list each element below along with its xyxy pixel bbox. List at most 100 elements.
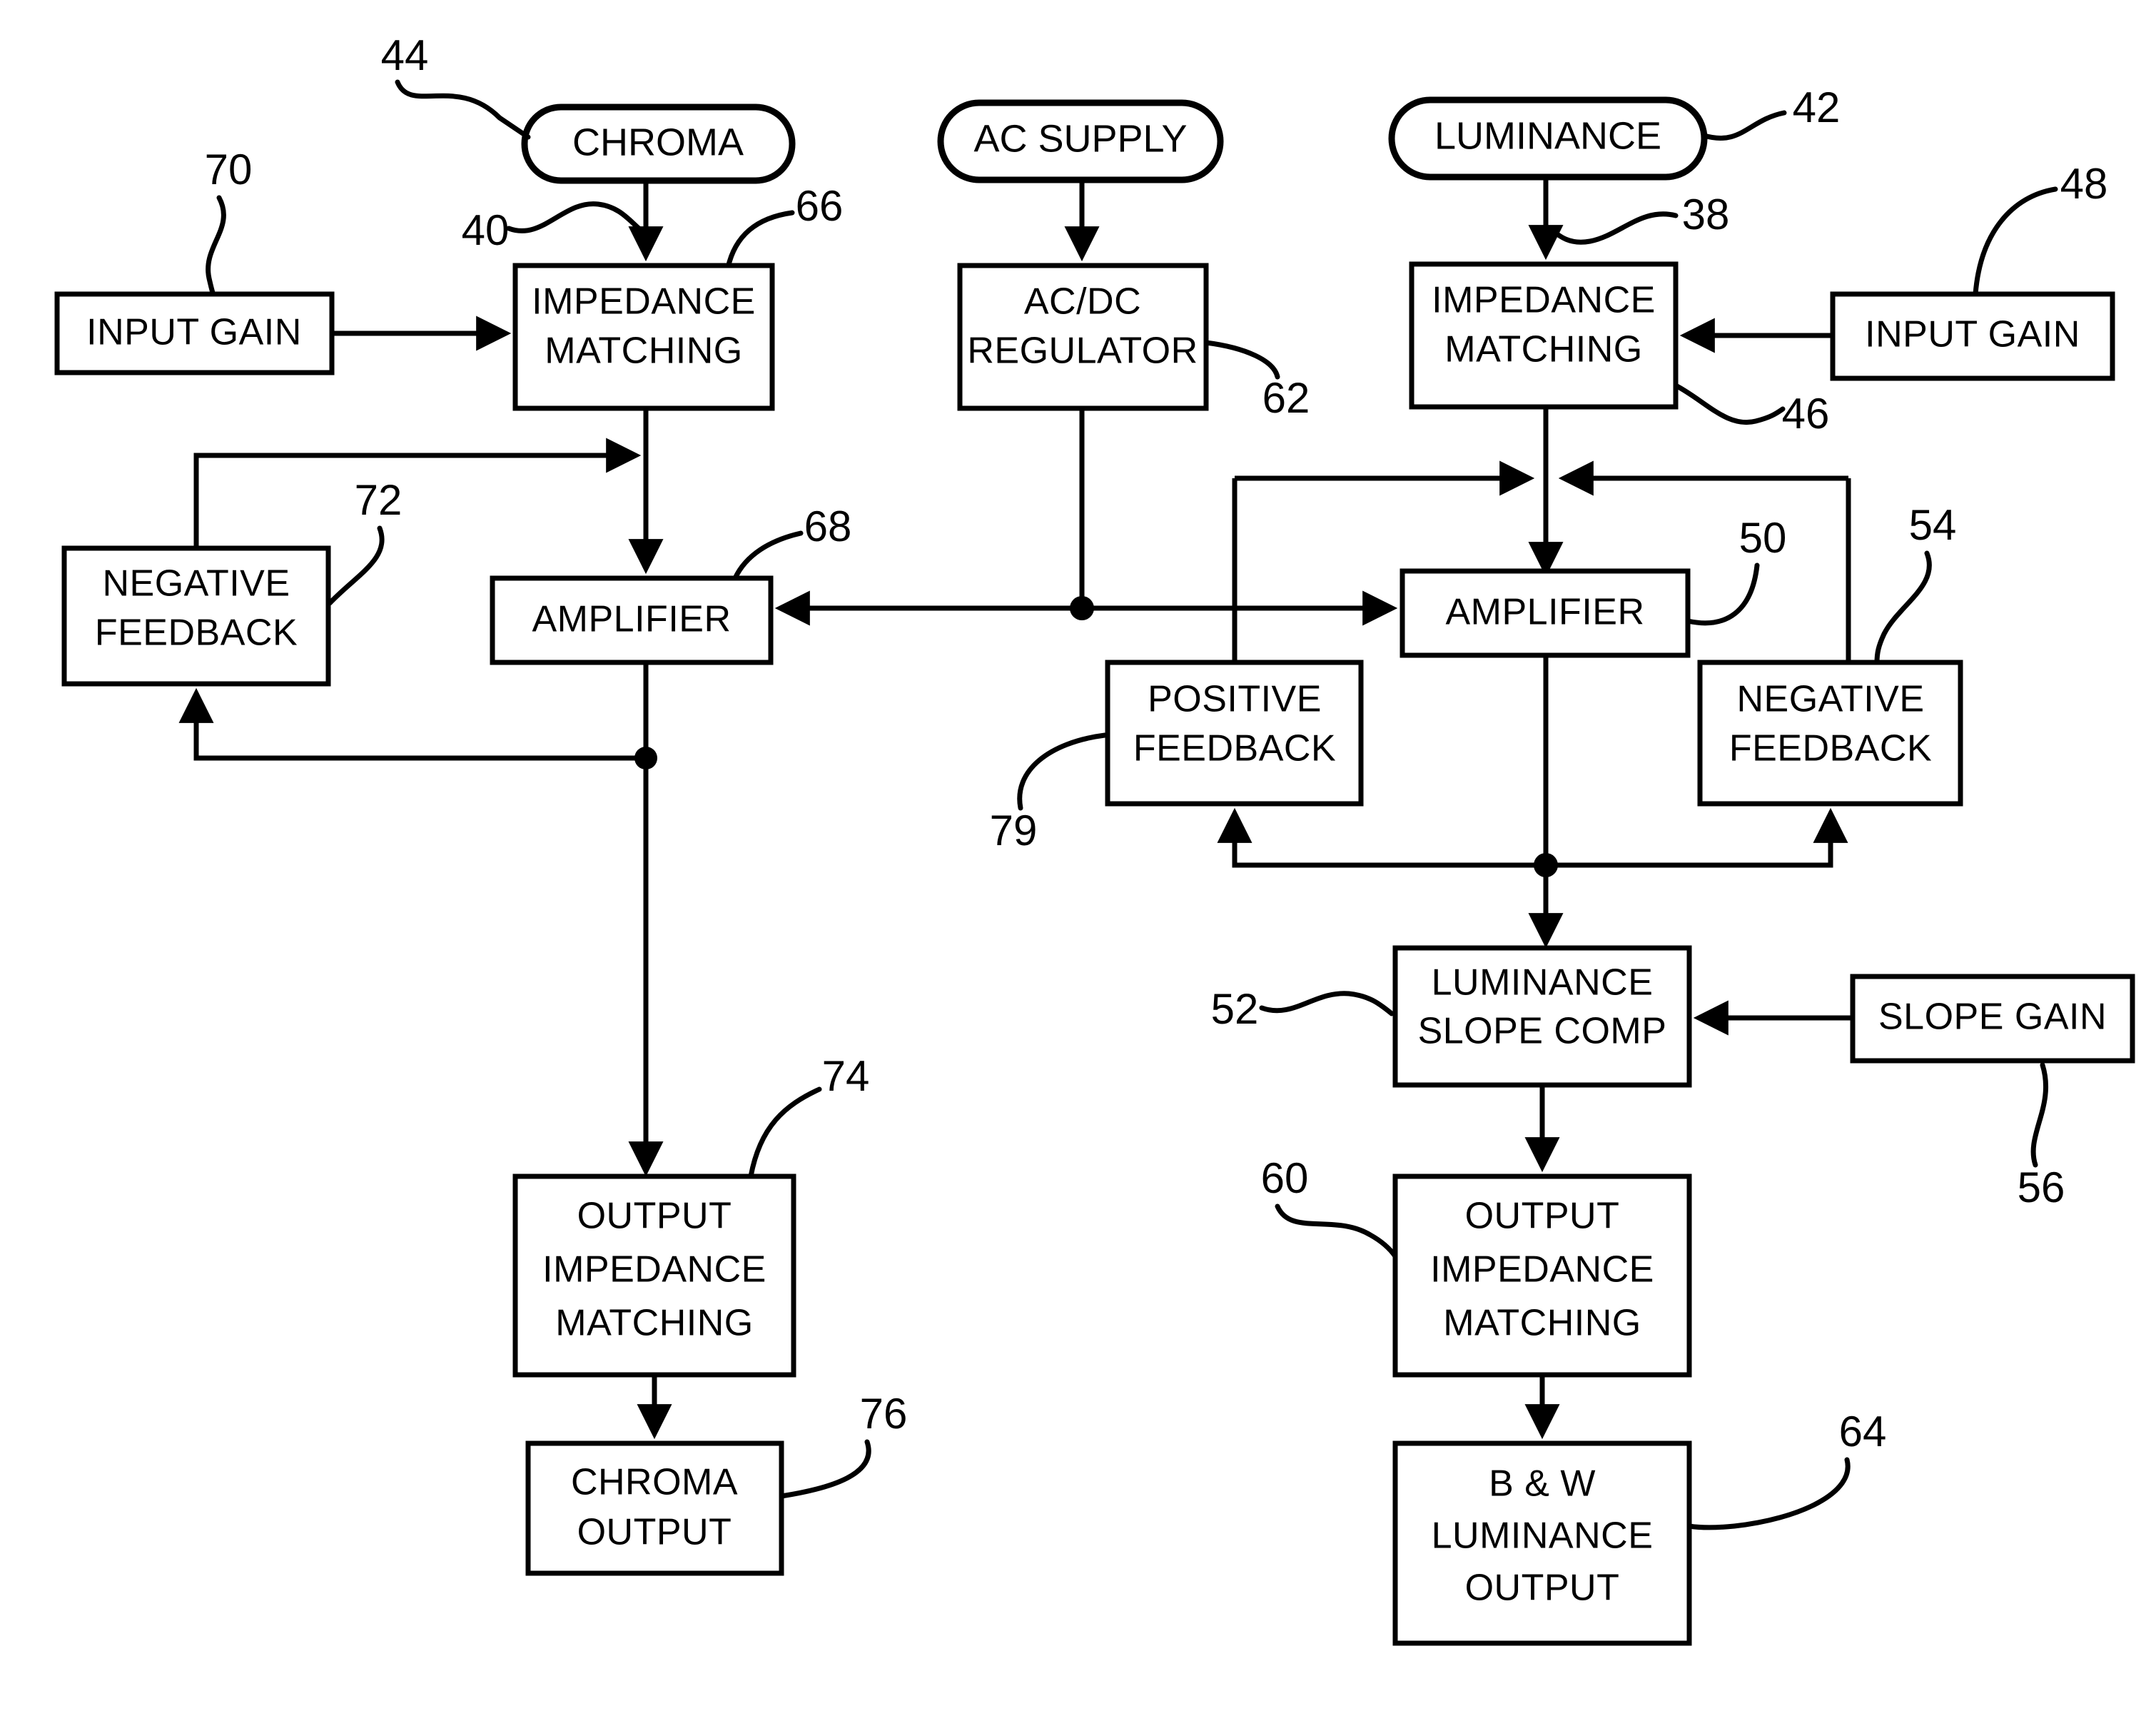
amplifier-right-label: AMPLIFIER: [1446, 592, 1645, 633]
ref-46-leader: [1673, 383, 1786, 425]
ref-64-leader: [1686, 1457, 1851, 1530]
node-luminance-source: LUMINANCE: [1388, 96, 1708, 181]
luminance-slope-comp-line1: LUMINANCE: [1432, 962, 1654, 1004]
node-negative-feedback-right: NEGATIVE FEEDBACK: [1697, 660, 1963, 807]
node-slope-gain: SLOPE GAIN: [1850, 974, 2135, 1064]
ref-54-leader: [1874, 550, 1932, 665]
ref-66: 66: [796, 182, 844, 230]
ref-40: 40: [462, 206, 510, 254]
ref-62-leader: [1203, 340, 1280, 380]
output-impedance-right-line2: IMPEDANCE: [1430, 1249, 1654, 1291]
amplifier-left-label: AMPLIFIER: [532, 599, 732, 640]
luminance-source-label: LUMINANCE: [1434, 114, 1661, 157]
node-chroma-source: CHROMA: [521, 104, 796, 184]
negative-feedback-left-line2: FEEDBACK: [95, 612, 298, 654]
output-impedance-left-line1: OUTPUT: [577, 1196, 732, 1237]
node-output-impedance-right: OUTPUT IMPEDANCE MATCHING: [1392, 1174, 1692, 1378]
impedance-matching-right-line2: MATCHING: [1444, 329, 1642, 370]
ref-62: 62: [1262, 374, 1310, 422]
patent-figure: CHROMA 44 40 70 66 INPUT GAIN IMPEDANCE …: [0, 0, 2156, 1711]
node-amplifier-right: AMPLIFIER: [1400, 568, 1691, 658]
chroma-output-line2: OUTPUT: [577, 1512, 732, 1553]
ref-72-leader: [327, 525, 385, 606]
output-impedance-left-line3: MATCHING: [555, 1303, 753, 1344]
output-impedance-right-line3: MATCHING: [1443, 1303, 1641, 1344]
node-acdc-regulator: AC/DC REGULATOR: [957, 263, 1209, 411]
ref-54: 54: [1909, 501, 1957, 549]
ref-70-leader: [206, 195, 226, 310]
node-positive-feedback: POSITIVE FEEDBACK: [1105, 660, 1364, 807]
ref-52-leader: [1259, 991, 1395, 1016]
bw-luminance-output-line2: LUMINANCE: [1432, 1515, 1654, 1557]
negative-feedback-right-line1: NEGATIVE: [1736, 679, 1924, 720]
node-ac-supply: AC SUPPLY: [937, 99, 1224, 183]
input-gain-right-label: INPUT GAIN: [1865, 314, 2080, 355]
ref-79-leader: [1017, 732, 1108, 811]
positive-feedback-line2: FEEDBACK: [1133, 728, 1336, 769]
ref-48: 48: [2060, 160, 2108, 208]
positive-feedback-line1: POSITIVE: [1148, 679, 1322, 720]
node-chroma-output: CHROMA OUTPUT: [525, 1440, 784, 1576]
output-impedance-right-line1: OUTPUT: [1465, 1196, 1620, 1237]
ref-66-leader: [725, 210, 795, 271]
ref-74: 74: [822, 1052, 870, 1100]
node-bw-luminance-output: B & W LUMINANCE OUTPUT: [1392, 1440, 1692, 1646]
node-input-gain-right: INPUT GAIN: [1830, 291, 2115, 381]
output-impedance-left-line2: IMPEDANCE: [542, 1249, 766, 1291]
acdc-regulator-line1: AC/DC: [1024, 281, 1141, 323]
node-output-impedance-left: OUTPUT IMPEDANCE MATCHING: [512, 1174, 796, 1378]
impedance-matching-right-line1: IMPEDANCE: [1432, 280, 1656, 321]
negative-feedback-left-line1: NEGATIVE: [102, 563, 290, 605]
node-amplifier-left: AMPLIFIER: [490, 575, 774, 665]
wire-ampright-to-positive-feedback: [1217, 807, 1546, 868]
diagram-canvas: CHROMA 44 40 70 66 INPUT GAIN IMPEDANCE …: [54, 31, 2135, 1646]
ref-70: 70: [205, 146, 253, 193]
ref-76: 76: [860, 1390, 908, 1438]
wire-amplifier-left-to-negfeedback: [178, 687, 646, 761]
acdc-regulator-line2: REGULATOR: [967, 330, 1198, 372]
node-impedance-matching-left: IMPEDANCE MATCHING: [512, 263, 775, 411]
ref-40-leader: [506, 201, 649, 237]
negative-feedback-right-line2: FEEDBACK: [1729, 728, 1932, 769]
ref-48-leader: [1973, 186, 2058, 297]
ac-supply-label: AC SUPPLY: [973, 117, 1187, 160]
ref-74-leader: [748, 1086, 822, 1179]
ref-44: 44: [381, 31, 429, 79]
ref-52: 52: [1211, 985, 1259, 1033]
node-negative-feedback-left: NEGATIVE FEEDBACK: [61, 545, 331, 687]
ref-72: 72: [355, 476, 403, 524]
junction-dot-power-bus: [1070, 596, 1094, 620]
wire-negfeedback-left-to-impedance: [193, 438, 642, 548]
ref-79: 79: [990, 807, 1038, 854]
chroma-source-label: CHROMA: [572, 121, 744, 163]
junction-dot-chroma-amp-out: [634, 747, 657, 769]
ref-68-leader: [732, 530, 804, 581]
node-luminance-slope-comp: LUMINANCE SLOPE COMP: [1392, 945, 1692, 1088]
ref-68: 68: [804, 503, 852, 550]
ref-38: 38: [1682, 191, 1730, 238]
ref-76-leader: [779, 1439, 871, 1499]
node-impedance-matching-right: IMPEDANCE MATCHING: [1409, 261, 1679, 410]
ref-46: 46: [1782, 390, 1830, 438]
ref-50-leader: [1685, 562, 1760, 626]
impedance-matching-left-line2: MATCHING: [545, 330, 742, 372]
ref-44-leader: [395, 79, 531, 140]
node-input-gain-left: INPUT GAIN: [54, 291, 335, 375]
ref-60-leader: [1275, 1203, 1398, 1259]
chroma-output-line1: CHROMA: [571, 1462, 738, 1503]
bw-luminance-output-line1: B & W: [1489, 1463, 1596, 1505]
slope-gain-label: SLOPE GAIN: [1878, 996, 2107, 1038]
ref-42: 42: [1793, 84, 1841, 131]
ref-56: 56: [2018, 1164, 2065, 1211]
ref-42-leader: [1701, 110, 1787, 141]
impedance-matching-left-line1: IMPEDANCE: [532, 281, 756, 323]
luminance-slope-comp-line2: SLOPE COMP: [1418, 1011, 1667, 1052]
ref-38-leader: [1547, 211, 1679, 245]
ref-60: 60: [1261, 1154, 1309, 1202]
ref-56-leader: [2030, 1062, 2048, 1168]
bw-luminance-output-line3: OUTPUT: [1465, 1568, 1620, 1609]
ref-64: 64: [1839, 1408, 1887, 1455]
input-gain-left-label: INPUT GAIN: [86, 312, 302, 353]
ref-50: 50: [1739, 514, 1787, 562]
wire-ampright-to-negative-feedback-right: [1546, 807, 1848, 868]
